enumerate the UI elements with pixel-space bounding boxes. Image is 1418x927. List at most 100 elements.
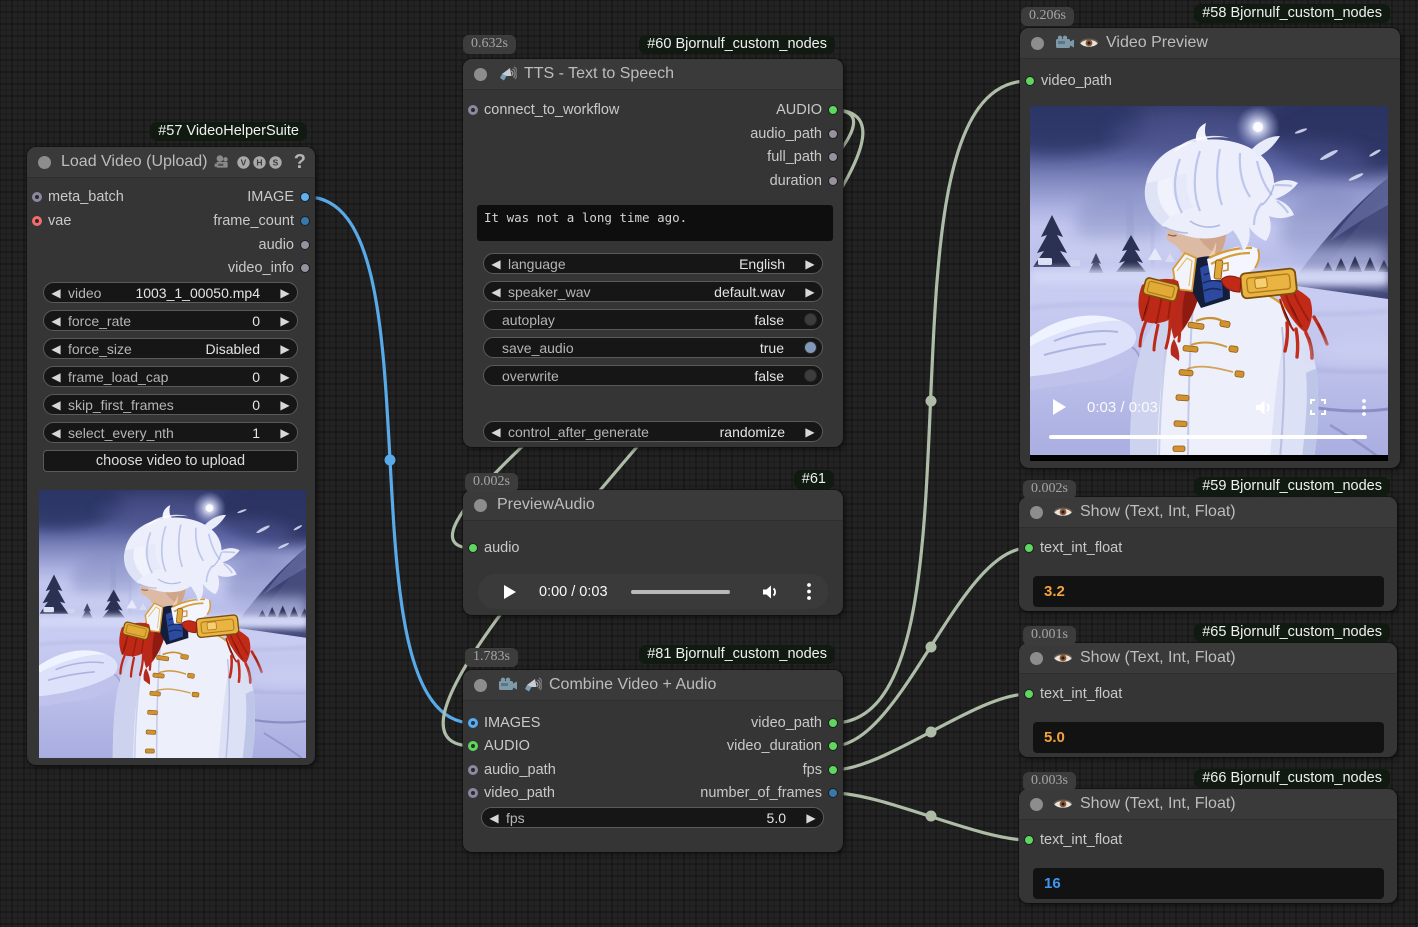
volume-icon[interactable] [762,584,780,600]
slot-dot[interactable] [468,788,478,798]
slot-dot[interactable] [828,152,838,162]
slot-dot[interactable] [1025,76,1035,86]
seek-slider[interactable] [631,590,730,594]
node-tts[interactable]: TTS - Text to Speech connect_to_workflow… [463,59,843,447]
increment-arrow-icon[interactable]: ▶ [798,422,822,442]
toggle-knob[interactable] [804,341,817,354]
audio-player[interactable]: 0:00 / 0:03 [478,574,828,609]
decrement-arrow-icon[interactable]: ◀ [44,395,68,415]
widget-force-size[interactable]: ◀ force_size Disabled ▶ [43,338,298,359]
input-slot-images[interactable]: IMAGES [484,716,540,730]
output-slot-video-info[interactable]: video_info [228,261,294,275]
node-show-titlebar[interactable]: Show (Text, Int, Float) [1019,643,1397,674]
volume-icon[interactable] [1255,399,1274,416]
overflow-menu-icon[interactable] [807,583,811,600]
toggle-knob[interactable] [804,313,817,326]
input-slot-video-path[interactable]: video_path [1041,74,1112,88]
slot-dot[interactable] [468,105,478,115]
video-frame-preview[interactable] [39,490,306,758]
widget-select-every-nth[interactable]: ◀ select_every_nth 1 ▶ [43,422,298,443]
slot-dot[interactable] [300,240,310,250]
text-input[interactable]: It was not a long time ago. [477,205,833,241]
increment-arrow-icon[interactable]: ▶ [273,339,297,359]
widget-frame-load-cap[interactable]: ◀ frame_load_cap 0 ▶ [43,366,298,387]
output-slot-image[interactable]: IMAGE [247,190,294,204]
slot-dot[interactable] [828,765,838,775]
toggle-knob[interactable] [804,369,817,382]
widget-fps[interactable]: ◀ fps 5.0 ▶ [481,807,824,828]
output-slot-video-path[interactable]: video_path [751,716,822,730]
output-slot-duration[interactable]: duration [770,174,822,188]
node-tts-titlebar[interactable]: TTS - Text to Speech [463,59,843,90]
output-slot-full-path[interactable]: full_path [767,150,822,164]
slot-dot[interactable] [468,765,478,775]
slot-dot[interactable] [828,105,838,115]
node-preview-audio-titlebar[interactable]: PreviewAudio [463,490,843,521]
increment-arrow-icon[interactable]: ▶ [273,423,297,443]
decrement-arrow-icon[interactable]: ◀ [44,339,68,359]
node-combine-video-audio[interactable]: Combine Video + Audio IMAGES AUDIO audio… [463,670,843,852]
help-icon[interactable]: ? [294,151,306,174]
input-slot-connect-to-workflow[interactable]: connect_to_workflow [484,103,619,117]
widget-force-rate[interactable]: ◀ force_rate 0 ▶ [43,310,298,331]
slot-dot[interactable] [300,216,310,226]
slot-dot[interactable] [1024,835,1034,845]
slot-dot[interactable] [1024,543,1034,553]
video-player[interactable]: 0:03 / 0:03 [1030,106,1388,461]
output-slot-audio-path[interactable]: audio_path [750,127,822,141]
slot-dot[interactable] [828,741,838,751]
widget-save-audio-toggle[interactable]: save_audio true [483,337,823,358]
input-slot-text-int-float[interactable]: text_int_float [1040,833,1122,847]
decrement-arrow-icon[interactable]: ◀ [484,422,508,442]
input-slot-audio[interactable]: audio [484,541,519,555]
node-load-video-titlebar[interactable]: Load Video (Upload) V H S ? [27,147,315,178]
node-graph-canvas[interactable]: #57 VideoHelperSuite Load Video (Upload)… [0,0,1418,927]
display-value[interactable]: 5.0 [1033,722,1384,753]
widget-skip-first-frames[interactable]: ◀ skip_first_frames 0 ▶ [43,394,298,415]
increment-arrow-icon[interactable]: ▶ [798,282,822,302]
slot-dot[interactable] [828,788,838,798]
decrement-arrow-icon[interactable]: ◀ [44,311,68,331]
input-slot-video-path[interactable]: video_path [484,786,555,800]
node-preview-audio[interactable]: PreviewAudio audio 0:00 / 0:03 [463,490,843,615]
play-icon[interactable] [1052,398,1067,416]
node-video-preview[interactable]: Video Preview video_path 0:03 / 0:03 [1020,28,1400,468]
slot-dot[interactable] [32,192,42,202]
increment-arrow-icon[interactable]: ▶ [799,808,823,828]
input-slot-text-int-float[interactable]: text_int_float [1040,541,1122,555]
node-video-preview-titlebar[interactable]: Video Preview [1020,28,1400,59]
play-icon[interactable] [503,584,517,600]
video-progress-bar[interactable] [1049,435,1367,439]
video-controls[interactable]: 0:03 / 0:03 [1030,398,1388,416]
decrement-arrow-icon[interactable]: ◀ [44,423,68,443]
display-value[interactable]: 16 [1033,868,1384,899]
input-slot-vae[interactable]: vae [48,214,71,228]
node-show-titlebar[interactable]: Show (Text, Int, Float) [1019,789,1397,820]
slot-dot[interactable] [828,176,838,186]
input-slot-meta-batch[interactable]: meta_batch [48,190,124,204]
node-show-59[interactable]: Show (Text, Int, Float) text_int_float 3… [1019,497,1397,611]
widget-control-after-generate[interactable]: ◀ control_after_generate randomize ▶ [483,421,823,442]
output-slot-number-of-frames[interactable]: number_of_frames [700,786,822,800]
slot-dot[interactable] [468,741,478,751]
widget-overwrite-toggle[interactable]: overwrite false [483,365,823,386]
widget-language[interactable]: ◀ language English ▶ [483,253,823,274]
node-combine-titlebar[interactable]: Combine Video + Audio [463,670,843,701]
output-slot-frame-count[interactable]: frame_count [213,214,294,228]
slot-dot[interactable] [1024,689,1034,699]
increment-arrow-icon[interactable]: ▶ [273,283,297,303]
decrement-arrow-icon[interactable]: ◀ [482,808,506,828]
slot-dot[interactable] [300,263,310,273]
decrement-arrow-icon[interactable]: ◀ [484,282,508,302]
decrement-arrow-icon[interactable]: ◀ [44,283,68,303]
widget-speaker-wav[interactable]: ◀ speaker_wav default.wav ▶ [483,281,823,302]
input-slot-audio[interactable]: AUDIO [484,739,530,753]
input-slot-text-int-float[interactable]: text_int_float [1040,687,1122,701]
slot-dot[interactable] [32,216,42,226]
fullscreen-icon[interactable] [1310,399,1326,415]
increment-arrow-icon[interactable]: ▶ [273,311,297,331]
input-slot-audio-path[interactable]: audio_path [484,763,556,777]
output-slot-audio[interactable]: audio [259,238,294,252]
node-show-titlebar[interactable]: Show (Text, Int, Float) [1019,497,1397,528]
output-slot-video-duration[interactable]: video_duration [727,739,822,753]
